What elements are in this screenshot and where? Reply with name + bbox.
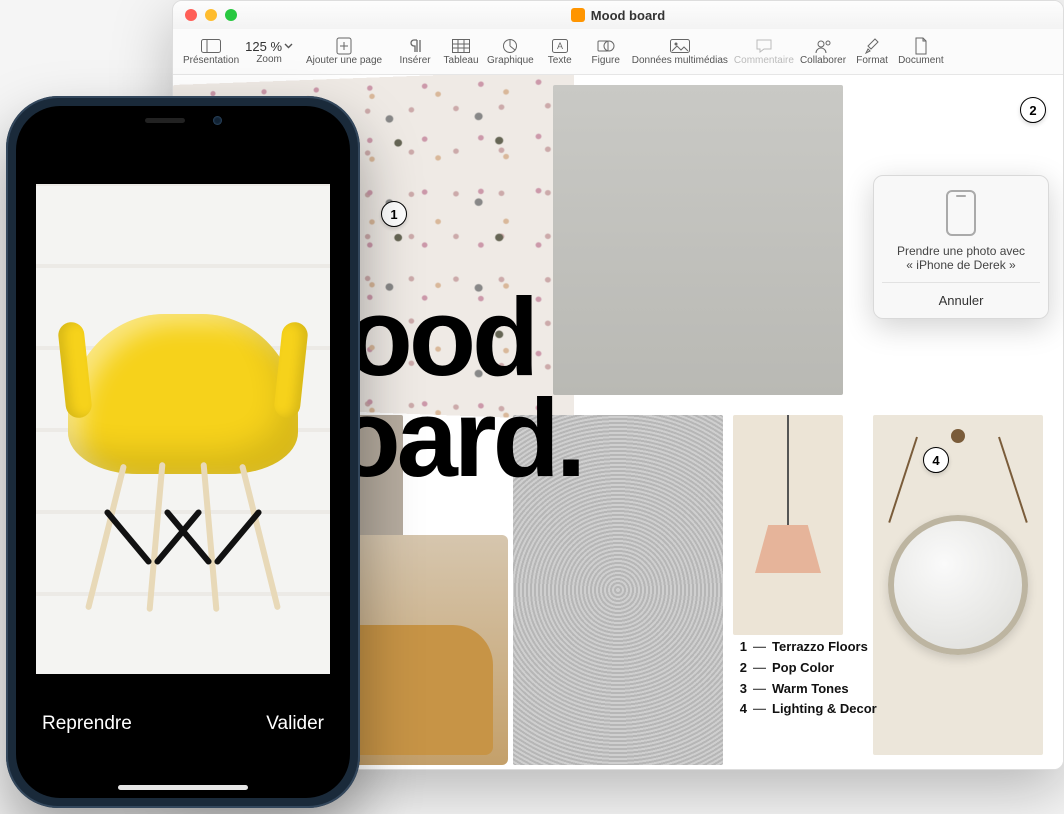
comment-icon (753, 37, 775, 55)
legend-item: 3 — Warm Tones (733, 679, 877, 700)
chair-seat (68, 314, 298, 474)
toolbar-label: Graphique (487, 55, 534, 66)
legend-item: 4 — Lighting & Decor (733, 699, 877, 720)
chevron-down-icon (284, 43, 293, 49)
toolbar-add-page[interactable]: Ajouter une page (299, 37, 389, 66)
mirror-straps (908, 437, 1008, 517)
toolbar-label: Zoom (256, 54, 282, 65)
toolbar-label: Format (856, 55, 888, 66)
iphone-front-camera (213, 116, 222, 125)
document-icon (910, 37, 932, 55)
home-indicator[interactable] (118, 785, 248, 790)
toolbar-shape[interactable]: Figure (586, 37, 626, 66)
image-pendant-lamp[interactable] (733, 415, 843, 635)
image-concrete[interactable] (553, 85, 843, 395)
legend-item: 2 — Pop Color (733, 658, 877, 679)
toolbar-text[interactable]: A Texte (540, 37, 580, 66)
callout-4: 4 (923, 447, 949, 473)
toolbar-document[interactable]: Document (898, 37, 944, 66)
shape-icon (595, 37, 617, 55)
legend-list[interactable]: 1 — Terrazzo Floors 2 — Pop Color 3 — Wa… (733, 637, 877, 720)
media-icon (669, 37, 691, 55)
text-icon: A (549, 37, 571, 55)
toolbar-label: Données multimédias (632, 55, 728, 66)
continuity-camera-popover: Prendre une photo avec « iPhone de Derek… (873, 175, 1049, 319)
window-title: Mood board (591, 8, 665, 23)
collaborate-icon (812, 37, 834, 55)
close-window-button[interactable] (185, 9, 197, 21)
image-wall-mirror[interactable] (873, 415, 1043, 755)
toolbar-label: Ajouter une page (306, 55, 382, 66)
toolbar-label: Figure (592, 55, 620, 66)
lamp-shade (755, 525, 821, 573)
chart-pie-icon (499, 37, 521, 55)
minimize-window-button[interactable] (205, 9, 217, 21)
sidebar-layout-icon (200, 37, 222, 55)
window-titlebar: Mood board (173, 1, 1063, 29)
lamp-cord (787, 415, 789, 525)
popover-text-line2: « iPhone de Derek » (882, 258, 1040, 272)
toolbar-comment[interactable]: Commentaire (734, 37, 794, 66)
chair-legs (83, 462, 283, 622)
toolbar: Présentation 125 % Zoom Ajouter une page… (173, 29, 1063, 75)
traffic-lights (185, 9, 237, 21)
toolbar-zoom[interactable]: 125 % Zoom (245, 39, 293, 65)
toolbar-insert[interactable]: Insérer (395, 37, 435, 66)
toolbar-label: Présentation (183, 55, 239, 66)
zoom-value: 125 % (245, 39, 293, 54)
toolbar-label: Collaborer (800, 55, 846, 66)
table-icon (450, 37, 472, 55)
fullscreen-window-button[interactable] (225, 9, 237, 21)
iphone-speaker (145, 118, 185, 123)
iphone-outline-icon (946, 190, 976, 236)
pilcrow-icon (404, 37, 426, 55)
camera-action-bar: Reprendre Valider (16, 674, 350, 798)
iphone-notch (108, 106, 258, 134)
toolbar-format[interactable]: Format (852, 37, 892, 66)
camera-preview (36, 184, 330, 674)
toolbar-chart[interactable]: Graphique (487, 37, 534, 66)
toolbar-label: Commentaire (734, 55, 794, 66)
popover-cancel-button[interactable]: Annuler (882, 282, 1040, 318)
toolbar-media[interactable]: Données multimédias (632, 37, 728, 66)
mirror-glass (888, 515, 1028, 655)
iphone-screen: Reprendre Valider (16, 106, 350, 798)
add-page-icon (333, 37, 355, 55)
toolbar-table[interactable]: Tableau (441, 37, 481, 66)
callout-2: 2 (1020, 97, 1046, 123)
toolbar-label: Tableau (444, 55, 479, 66)
toolbar-collaborate[interactable]: Collaborer (800, 37, 846, 66)
retake-button[interactable]: Reprendre (42, 713, 132, 735)
callout-1: 1 (381, 201, 407, 227)
svg-text:A: A (557, 41, 563, 51)
pages-doc-icon (571, 8, 585, 22)
toolbar-label: Texte (548, 55, 572, 66)
use-photo-button[interactable]: Valider (266, 713, 324, 735)
toolbar-label: Insérer (399, 55, 430, 66)
iphone-device: Reprendre Valider (6, 96, 360, 808)
popover-text-line1: Prendre une photo avec (882, 244, 1040, 258)
toolbar-label: Document (898, 55, 944, 66)
legend-item: 1 — Terrazzo Floors (733, 637, 877, 658)
toolbar-presentation[interactable]: Présentation (183, 37, 239, 66)
paintbrush-icon (861, 37, 883, 55)
photo-yellow-chair (68, 314, 298, 614)
